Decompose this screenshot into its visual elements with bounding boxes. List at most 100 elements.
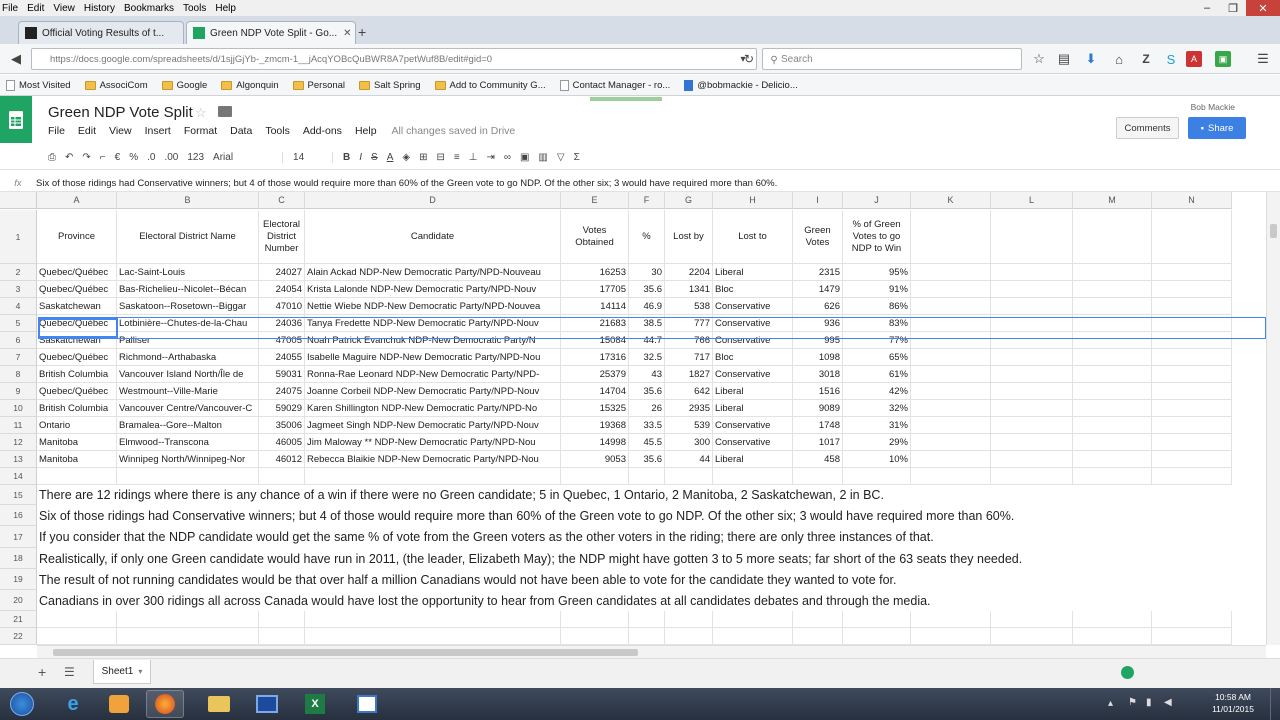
table-cell[interactable]: 59029 bbox=[259, 400, 305, 417]
column-header-d[interactable]: D bbox=[305, 192, 561, 209]
increase-decimal-button[interactable]: .00 bbox=[164, 152, 178, 163]
row-header-8[interactable]: 8 bbox=[0, 366, 37, 383]
empty-cell[interactable] bbox=[1152, 451, 1232, 468]
table-cell[interactable]: Joanne Corbeil NDP-New Democratic Party/… bbox=[305, 383, 561, 400]
firefox-icon[interactable] bbox=[146, 690, 184, 718]
table-cell[interactable]: 61% bbox=[843, 366, 911, 383]
row-header-9[interactable]: 9 bbox=[0, 383, 37, 400]
horizontal-align-icon[interactable]: ≡ bbox=[454, 152, 460, 163]
menu-bookmarks[interactable]: Bookmarks bbox=[124, 3, 174, 14]
note-row-19[interactable]: The result of not running candidates wou… bbox=[38, 569, 897, 590]
bookmarks-menu-icon[interactable]: ▤ bbox=[1056, 51, 1072, 67]
header-cell[interactable]: Electoral District Name bbox=[117, 210, 259, 264]
empty-cell[interactable] bbox=[991, 298, 1073, 315]
column-header-j[interactable]: J bbox=[843, 192, 911, 209]
row-header-16[interactable]: 16 bbox=[0, 505, 37, 526]
table-cell[interactable]: 46012 bbox=[259, 451, 305, 468]
home-icon[interactable]: ⌂ bbox=[1111, 51, 1127, 67]
empty-cell[interactable] bbox=[713, 468, 793, 485]
empty-cell[interactable] bbox=[1073, 366, 1152, 383]
empty-cell[interactable] bbox=[1073, 281, 1152, 298]
empty-cell[interactable] bbox=[1073, 434, 1152, 451]
table-cell[interactable]: 9053 bbox=[561, 451, 629, 468]
decrease-decimal-button[interactable]: .0 bbox=[147, 152, 155, 163]
note-row-15[interactable]: There are 12 ridings where there is any … bbox=[38, 485, 884, 505]
row-header-19[interactable]: 19 bbox=[0, 569, 37, 590]
row-header-1[interactable]: 1 bbox=[0, 210, 37, 264]
empty-cell[interactable] bbox=[1073, 349, 1152, 366]
row-header-20[interactable]: 20 bbox=[0, 590, 37, 611]
url-bar[interactable]: https://docs.google.com/spreadsheets/d/1… bbox=[31, 48, 757, 70]
table-cell[interactable]: 2315 bbox=[793, 264, 843, 281]
empty-cell[interactable] bbox=[991, 366, 1073, 383]
paint-format-icon[interactable]: ⌐ bbox=[100, 152, 106, 163]
flag-icon[interactable]: ⚑ bbox=[1128, 697, 1137, 708]
new-tab-button[interactable]: + bbox=[358, 24, 366, 40]
empty-cell[interactable] bbox=[793, 628, 843, 645]
star-icon[interactable]: ☆ bbox=[195, 105, 207, 121]
zotero-icon[interactable]: Z bbox=[1138, 51, 1154, 67]
empty-cell[interactable] bbox=[1152, 468, 1232, 485]
volume-icon[interactable]: ◀ bbox=[1164, 697, 1172, 708]
column-header-g[interactable]: G bbox=[665, 192, 713, 209]
table-cell[interactable]: 14998 bbox=[561, 434, 629, 451]
header-cell[interactable]: Candidate bbox=[305, 210, 561, 264]
empty-cell[interactable] bbox=[911, 349, 991, 366]
table-cell[interactable]: British Columbia bbox=[37, 366, 117, 383]
network-icon[interactable]: ▮ bbox=[1146, 697, 1152, 708]
table-cell[interactable]: 47010 bbox=[259, 298, 305, 315]
empty-cell[interactable] bbox=[911, 451, 991, 468]
table-cell[interactable]: 1098 bbox=[793, 349, 843, 366]
header-cell[interactable]: Lost by bbox=[665, 210, 713, 264]
table-cell[interactable]: 14704 bbox=[561, 383, 629, 400]
bookmark-add-community[interactable]: Add to Community G... bbox=[434, 80, 546, 91]
column-header-c[interactable]: C bbox=[259, 192, 305, 209]
column-header-e[interactable]: E bbox=[561, 192, 629, 209]
empty-cell[interactable] bbox=[991, 451, 1073, 468]
table-cell[interactable]: Westmount--Ville-Marie bbox=[117, 383, 259, 400]
table-cell[interactable]: Krista Lalonde NDP-New Democratic Party/… bbox=[305, 281, 561, 298]
table-cell[interactable]: 17316 bbox=[561, 349, 629, 366]
bookmark-salt-spring[interactable]: Salt Spring bbox=[359, 80, 421, 91]
empty-cell[interactable] bbox=[665, 628, 713, 645]
header-cell[interactable]: Province bbox=[37, 210, 117, 264]
header-cell[interactable]: Lost to bbox=[713, 210, 793, 264]
empty-cell[interactable] bbox=[911, 383, 991, 400]
table-cell[interactable]: Vancouver Centre/Vancouver-C bbox=[117, 400, 259, 417]
table-cell[interactable]: Jim Maloway ** NDP-New Democratic Party/… bbox=[305, 434, 561, 451]
back-icon[interactable]: ◀ bbox=[8, 51, 24, 67]
empty-cell[interactable] bbox=[843, 628, 911, 645]
table-cell[interactable]: 26 bbox=[629, 400, 665, 417]
reload-icon[interactable]: ↻ bbox=[741, 51, 757, 67]
table-cell[interactable]: 24054 bbox=[259, 281, 305, 298]
row-header-2[interactable]: 2 bbox=[0, 264, 37, 281]
empty-cell[interactable] bbox=[991, 434, 1073, 451]
share-button[interactable]: ▪ Share bbox=[1188, 117, 1246, 139]
row-header-11[interactable]: 11 bbox=[0, 417, 37, 434]
empty-cell[interactable] bbox=[713, 611, 793, 628]
sheet-menu-view[interactable]: View bbox=[109, 125, 132, 137]
empty-cell[interactable] bbox=[991, 349, 1073, 366]
search-input[interactable]: Search bbox=[762, 48, 1022, 70]
table-cell[interactable]: Alain Ackad NDP-New Democratic Party/NPD… bbox=[305, 264, 561, 281]
row-header-6[interactable]: 6 bbox=[0, 332, 37, 349]
header-cell[interactable]: % bbox=[629, 210, 665, 264]
table-cell[interactable]: 1017 bbox=[793, 434, 843, 451]
empty-cell[interactable] bbox=[305, 468, 561, 485]
menu-view[interactable]: View bbox=[53, 3, 75, 14]
table-cell[interactable]: Ontario bbox=[37, 417, 117, 434]
empty-cell[interactable] bbox=[117, 611, 259, 628]
sheet-tab-sheet1[interactable]: Sheet1 ▾ bbox=[93, 660, 151, 684]
merge-cells-icon[interactable]: ⊟ bbox=[436, 152, 444, 163]
table-cell[interactable]: 30 bbox=[629, 264, 665, 281]
empty-cell[interactable] bbox=[1073, 451, 1152, 468]
font-select[interactable]: Arial bbox=[213, 152, 284, 163]
empty-cell[interactable] bbox=[911, 628, 991, 645]
empty-cell[interactable] bbox=[259, 468, 305, 485]
currency-button[interactable]: € bbox=[115, 152, 121, 163]
menu-file[interactable]: File bbox=[2, 3, 18, 14]
table-cell[interactable]: 35.6 bbox=[629, 281, 665, 298]
table-cell[interactable]: Winnipeg North/Winnipeg-Nor bbox=[117, 451, 259, 468]
skype-icon[interactable]: S bbox=[1163, 51, 1179, 67]
column-header-i[interactable]: I bbox=[793, 192, 843, 209]
